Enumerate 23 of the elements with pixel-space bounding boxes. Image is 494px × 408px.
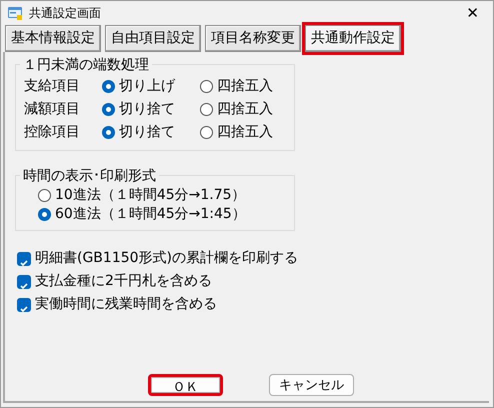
radio-option[interactable]: 四捨五入 (200, 76, 290, 97)
tab[interactable]: 自由項目設定 (105, 25, 201, 52)
radio-option[interactable]: 切り上げ (102, 76, 200, 97)
ok-button[interactable]: ＯＫ (148, 374, 223, 396)
checkbox-option[interactable]: 実働時間に残業時間を含める (17, 293, 217, 316)
cancel-button[interactable]: キャンセル (269, 374, 354, 396)
window-title: 共通設定画面 (29, 5, 102, 22)
tab[interactable]: 基本情報設定 (5, 25, 101, 52)
close-button[interactable]: ✕ (458, 6, 487, 20)
radio-option[interactable]: 四捨五入 (200, 99, 290, 120)
radio-option[interactable]: 四捨五入 (200, 122, 290, 143)
radio-option[interactable]: 10進法（１時間45分→1.75） (38, 185, 246, 206)
tab[interactable]: 項目名称変更 (205, 25, 301, 52)
row-label: 控除項目 (24, 123, 81, 142)
radio-option[interactable]: 切り捨て (102, 122, 200, 143)
radio-option[interactable]: 切り捨て (102, 99, 200, 120)
checkbox-option[interactable]: 支払金種に2千円札を含める (17, 270, 212, 293)
checkbox-option[interactable]: 明細書(GB1150形式)の累計欄を印刷する (17, 247, 298, 270)
app-icon (7, 5, 23, 21)
row-label: 支給項目 (24, 77, 81, 96)
radio-option[interactable]: 60進法（１時間45分→1:45） (38, 204, 246, 225)
row-label: 減額項目 (24, 100, 81, 119)
tab[interactable]: 共通動作設定 (305, 25, 401, 52)
